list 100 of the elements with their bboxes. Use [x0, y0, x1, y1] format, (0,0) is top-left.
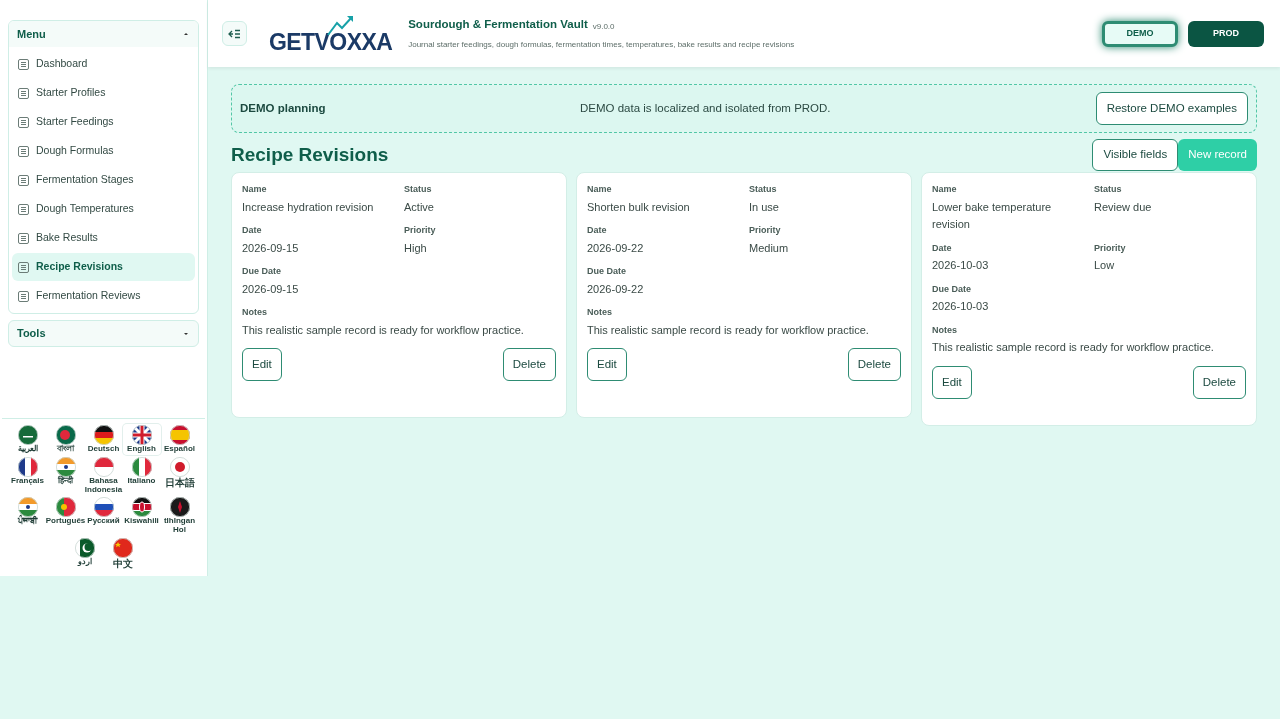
- flag-icon: [169, 497, 190, 518]
- language-option[interactable]: Português: [46, 496, 85, 536]
- flag-icon: [112, 538, 133, 558]
- language-option[interactable]: English: [122, 424, 161, 455]
- field-value: Low: [1094, 258, 1116, 274]
- field-label: Date: [932, 241, 953, 255]
- field-value: Lower bake temperature revision: [932, 199, 1053, 233]
- list-icon: [18, 145, 29, 157]
- field-label: Notes: [587, 306, 613, 320]
- field-label: Status: [749, 183, 778, 196]
- delete-button[interactable]: Delete: [847, 348, 901, 382]
- language-option[interactable]: Italiano: [122, 455, 161, 496]
- sidebar-item[interactable]: Fermentation Reviews: [12, 282, 195, 310]
- list-icon: [18, 174, 29, 186]
- language-option[interactable]: Español: [160, 424, 199, 455]
- edit-button[interactable]: Edit: [932, 365, 972, 399]
- field-value: 2026-09-22: [587, 281, 645, 297]
- demo-banner: DEMO planning DEMO data is localized and isolated from PROD. Restore DEMO examples: [231, 84, 1257, 133]
- app-subtitle: Journal starter feedings, dough formulas, fermentation times, temperatures, bake results and recipe revisions: [408, 38, 795, 51]
- field-value: Active: [404, 199, 435, 215]
- edit-button[interactable]: Edit: [242, 348, 282, 382]
- field-label: Name: [587, 183, 613, 196]
- list-icon: [18, 58, 29, 70]
- field-label: Name: [932, 183, 958, 196]
- notes-text: This realistic sample record is ready for workflow practice.: [242, 322, 525, 338]
- edit-button[interactable]: Edit: [587, 348, 627, 382]
- flag-icon: [131, 497, 152, 518]
- language-option[interactable]: हिन्दी: [46, 455, 85, 496]
- field-label: Due Date: [587, 265, 627, 279]
- field-label: Status: [404, 183, 433, 196]
- language-option[interactable]: Kiswahili: [122, 496, 161, 536]
- list-icon: [18, 87, 29, 99]
- visible-fields-button[interactable]: Visible fields: [1092, 139, 1179, 171]
- language-option[interactable]: tlhIngan Hol: [160, 496, 199, 536]
- language-option[interactable]: 日本語: [160, 455, 199, 496]
- list-icon: [18, 261, 29, 273]
- sidebar-item[interactable]: Dough Formulas: [12, 137, 195, 165]
- field-label: Due Date: [932, 282, 972, 296]
- delete-button[interactable]: Delete: [1192, 365, 1246, 399]
- language-option[interactable]: ਪੰਜਾਬੀ: [8, 496, 47, 536]
- flag-icon: [55, 497, 76, 518]
- field-value: 2026-09-15: [242, 240, 300, 256]
- flag-icon: [17, 425, 38, 445]
- flag-icon: [169, 425, 190, 445]
- language-option[interactable]: Русский: [84, 496, 123, 536]
- flag-icon: [55, 456, 76, 477]
- flag-icon: [55, 425, 76, 445]
- sidebar-item[interactable]: Starter Profiles: [12, 79, 195, 107]
- field-value: 2026-09-22: [587, 240, 645, 256]
- language-option[interactable]: Deutsch: [84, 424, 123, 455]
- field-label: Notes: [242, 306, 268, 320]
- page-title: Recipe Revisions: [231, 142, 389, 167]
- flag-icon: [93, 497, 114, 518]
- field-value: In use: [749, 199, 780, 215]
- sidebar-item[interactable]: Dough Temperatures: [12, 195, 195, 223]
- version-label: v9.0.0: [592, 20, 615, 33]
- language-option[interactable]: Français: [8, 455, 47, 496]
- field-value: 2026-10-03: [932, 258, 990, 274]
- list-icon: [18, 232, 29, 244]
- app-title: Sourdough & Fermentation Vault: [408, 17, 588, 33]
- collapse-icon: [228, 28, 241, 39]
- tools-header[interactable]: Tools: [8, 320, 199, 347]
- restore-button[interactable]: Restore DEMO examples: [1095, 92, 1248, 125]
- field-label: Priority: [749, 224, 782, 238]
- field-label: Name: [242, 183, 268, 196]
- flag-icon: [93, 456, 114, 477]
- flag-icon: [131, 425, 152, 445]
- list-icon: [18, 203, 29, 215]
- field-value: Increase hydration revision: [242, 199, 375, 215]
- delete-button[interactable]: Delete: [502, 348, 556, 382]
- sidebar-item[interactable]: Recipe Revisions: [12, 253, 195, 281]
- field-value: 2026-10-03: [932, 299, 990, 315]
- field-value: Medium: [749, 240, 790, 256]
- field-label: Date: [587, 224, 608, 238]
- sidebar-item[interactable]: Starter Feedings: [12, 108, 195, 136]
- language-option[interactable]: 中文: [103, 537, 142, 570]
- flag-icon: [93, 425, 114, 445]
- list-icon: [18, 116, 29, 128]
- field-label: Status: [1094, 183, 1123, 196]
- collapse-sidebar-button[interactable]: [222, 21, 247, 46]
- field-value: Review due: [1094, 199, 1153, 215]
- language-option[interactable]: বাংলা: [46, 424, 85, 455]
- notes-text: This realistic sample record is ready for workflow practice.: [932, 340, 1215, 356]
- sidebar-item[interactable]: Fermentation Stages: [12, 166, 195, 194]
- language-option[interactable]: العربية: [8, 424, 47, 455]
- flag-icon: [131, 456, 152, 477]
- sidebar-item[interactable]: Bake Results: [12, 224, 195, 252]
- menu-header[interactable]: Menu: [9, 21, 198, 47]
- list-icon: [18, 290, 29, 302]
- field-value: High: [404, 240, 428, 256]
- field-label: Notes: [932, 323, 958, 337]
- logo: GETVOXXA: [269, 13, 393, 54]
- environment-button[interactable]: PROD: [1188, 20, 1264, 47]
- sidebar-item[interactable]: Dashboard: [12, 50, 195, 78]
- language-option[interactable]: Bahasa Indonesia: [84, 455, 123, 496]
- language-option[interactable]: اردو: [65, 537, 104, 570]
- flag-icon: [17, 456, 38, 477]
- environment-button[interactable]: DEMO: [1102, 20, 1178, 47]
- field-label: Due Date: [242, 265, 282, 279]
- field-label: Priority: [404, 224, 437, 238]
